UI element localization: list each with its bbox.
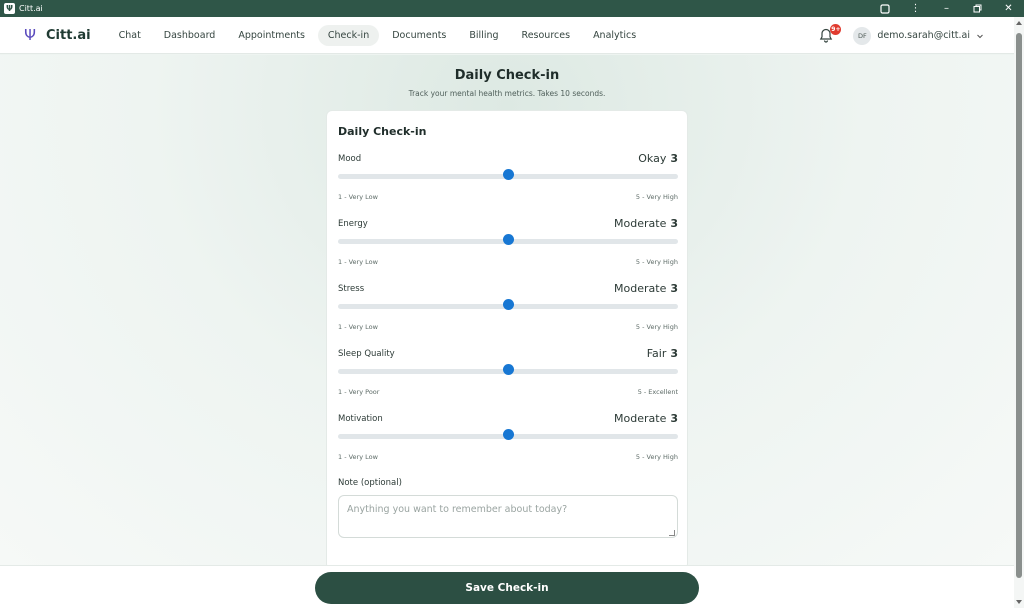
card-title: Daily Check-in — [338, 125, 427, 138]
metric-value: Okay 3 — [638, 152, 678, 165]
metric-value: Moderate 3 — [614, 217, 678, 230]
top-navbar: Ψ Citt.ai Chat Dashboard Appointments Ch… — [0, 17, 1014, 54]
metric-max-label: 5 - Excellent — [637, 388, 678, 396]
scroll-up-icon[interactable] — [1016, 21, 1022, 25]
metric-label: Motivation — [338, 414, 383, 424]
metric-min-label: 1 - Very Low — [338, 323, 378, 331]
check-in-card: Daily Check-in Mood Okay 3 1 - Very Low 5… — [326, 110, 688, 570]
metric-value: Moderate 3 — [614, 282, 678, 295]
nav-item-documents[interactable]: Documents — [382, 25, 456, 46]
minimize-button[interactable]: – — [931, 0, 962, 17]
extensions-icon[interactable] — [869, 0, 900, 17]
metric-label: Sleep Quality — [338, 349, 395, 359]
app-logo-icon: Ψ — [4, 3, 15, 14]
metric-label: Stress — [338, 284, 365, 294]
motivation-slider-thumb[interactable] — [502, 429, 514, 440]
metric-value: Moderate 3 — [614, 412, 678, 425]
page-subtitle: Track your mental health metrics. Takes … — [408, 89, 606, 98]
main-nav: Chat Dashboard Appointments Check-in Doc… — [109, 24, 650, 46]
metric-value: Fair 3 — [646, 347, 678, 360]
nav-item-check-in[interactable]: Check-in — [317, 24, 380, 46]
metric-min-label: 1 - Very Low — [338, 193, 378, 201]
nav-item-analytics[interactable]: Analytics — [583, 25, 646, 46]
resize-grip-icon[interactable] — [669, 530, 675, 536]
nav-item-dashboard[interactable]: Dashboard — [154, 25, 226, 46]
more-options-icon[interactable]: ⋮ — [900, 0, 931, 17]
nav-item-appointments[interactable]: Appointments — [228, 25, 315, 46]
metric-sleep-quality: Sleep Quality Fair 3 1 - Very Poor 5 - Ex… — [338, 347, 678, 409]
scroll-down-icon[interactable] — [1016, 600, 1022, 604]
stress-slider-thumb[interactable] — [502, 299, 514, 310]
psi-logo-icon: Ψ — [24, 26, 36, 44]
metric-energy: Energy Moderate 3 1 - Very Low 5 - Very H… — [338, 217, 678, 279]
metric-stress: Stress Moderate 3 1 - Very Low 5 - Very H… — [338, 282, 678, 344]
mood-slider-thumb[interactable] — [502, 169, 514, 180]
nav-item-billing[interactable]: Billing — [459, 25, 508, 46]
metric-label: Energy — [338, 219, 368, 229]
nav-item-resources[interactable]: Resources — [512, 25, 581, 46]
notifications-bell-icon[interactable]: 9+ — [819, 23, 842, 44]
brand-name: Citt.ai — [46, 27, 91, 43]
brand[interactable]: Ψ Citt.ai — [22, 26, 91, 44]
avatar[interactable]: DF — [853, 26, 872, 45]
window-title: Citt.ai — [19, 4, 43, 13]
page-scrollbar[interactable] — [1014, 17, 1024, 608]
metric-max-label: 5 - Very High — [635, 453, 678, 461]
scrollbar-thumb[interactable] — [1016, 33, 1022, 578]
metric-label: Mood — [338, 154, 362, 164]
metric-min-label: 1 - Very Low — [338, 453, 378, 461]
main-content: Daily Check-in Track your mental health … — [0, 55, 1014, 570]
footer-bar: Save Check-in — [0, 565, 1014, 608]
save-check-in-button[interactable]: Save Check-in — [315, 572, 699, 604]
metric-min-label: 1 - Very Poor — [338, 388, 380, 396]
metric-mood: Mood Okay 3 1 - Very Low 5 - Very High — [338, 152, 678, 214]
close-button[interactable]: ✕ — [993, 0, 1024, 17]
metric-motivation: Motivation Moderate 3 1 - Very Low 5 - Ve… — [338, 412, 678, 474]
note-textarea[interactable] — [338, 495, 678, 538]
window-titlebar: Ψ Citt.ai ⋮ – ✕ — [0, 0, 1024, 17]
energy-slider-thumb[interactable] — [502, 234, 514, 245]
metric-min-label: 1 - Very Low — [338, 258, 378, 266]
note-label: Note (optional) — [338, 478, 402, 488]
nav-item-chat[interactable]: Chat — [109, 25, 151, 46]
notification-badge: 9+ — [830, 23, 842, 35]
metric-max-label: 5 - Very High — [635, 323, 678, 331]
metric-max-label: 5 - Very High — [635, 258, 678, 266]
page-title: Daily Check-in — [454, 68, 560, 83]
sleep-quality-slider-thumb[interactable] — [502, 364, 514, 375]
metric-max-label: 5 - Very High — [635, 193, 678, 201]
chevron-down-icon[interactable] — [976, 32, 984, 40]
restore-button[interactable] — [962, 0, 993, 17]
user-email[interactable]: demo.sarah@citt.ai — [877, 30, 970, 41]
